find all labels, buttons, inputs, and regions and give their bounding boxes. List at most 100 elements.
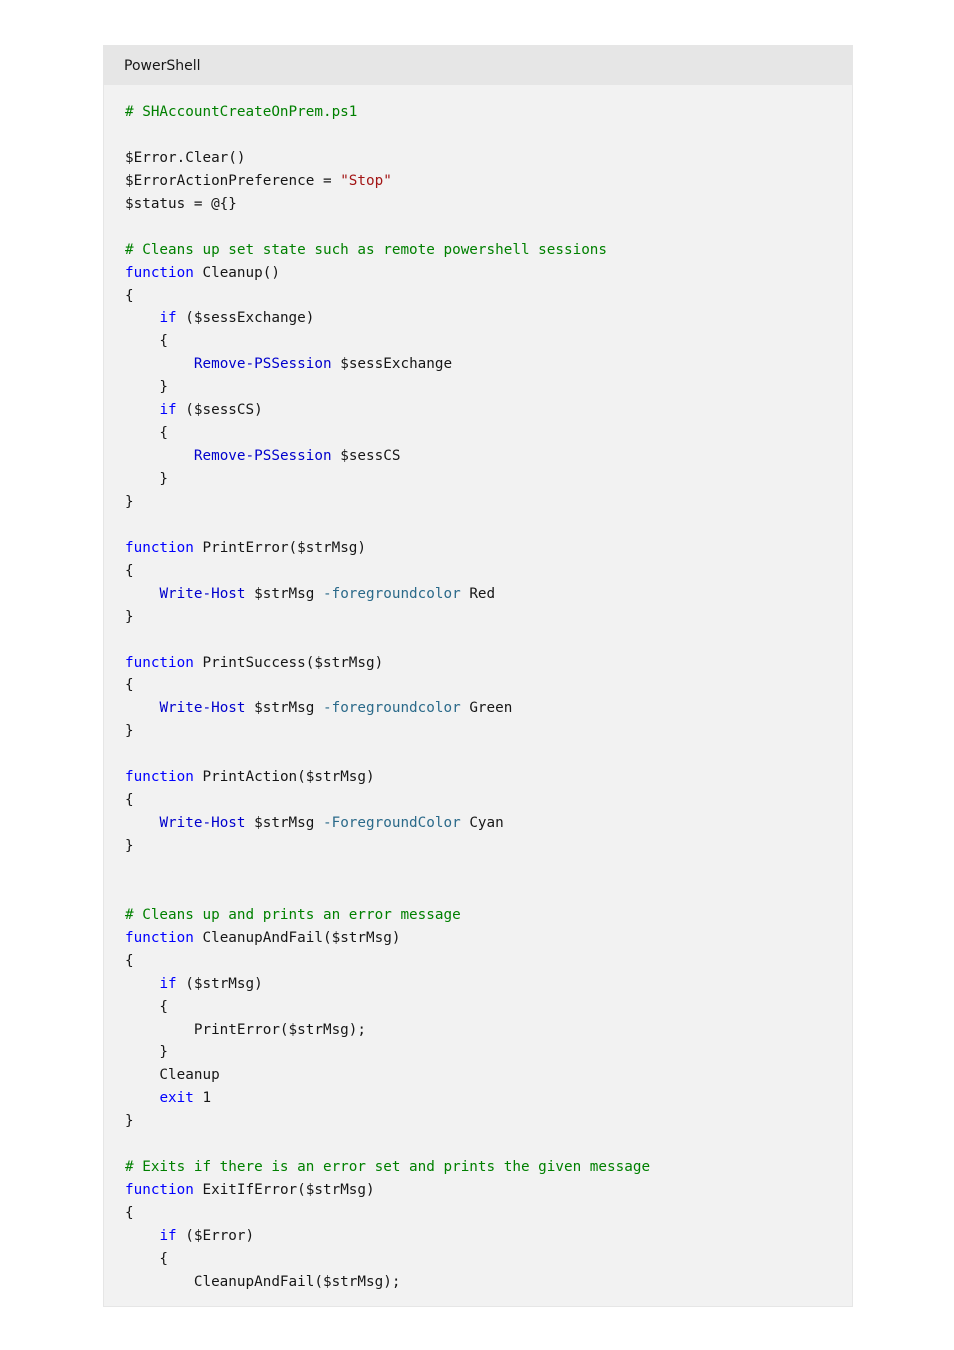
code-line: } <box>125 376 852 399</box>
code-token-comment: # SHAccountCreateOnPrem.ps1 <box>125 104 358 120</box>
code-token-plain: PrintAction($strMsg) <box>193 769 375 786</box>
code-token-cmdlet: Remove-PSSession <box>193 448 332 465</box>
code-line: function PrintSuccess($strMsg) <box>125 652 852 675</box>
code-token-cmdlet: Write-Host <box>159 585 246 602</box>
code-line: Remove-PSSession $sessExchange <box>125 353 852 376</box>
code-token-param: -ForegroundColor <box>322 815 461 832</box>
code-token-plain: Red <box>460 585 496 602</box>
code-token-cmdlet: Write-Host <box>159 700 246 717</box>
code-line: ​ <box>125 514 852 537</box>
code-line: { <box>125 950 852 973</box>
code-line: CleanupAndFail($strMsg); <box>125 1271 852 1294</box>
code-token-plain: Cleanup <box>125 1067 220 1084</box>
code-line: if ($Error) <box>125 1225 852 1248</box>
code-token-plain: } <box>125 608 134 625</box>
code-line: } <box>125 720 852 743</box>
code-token-plain: PrintSuccess($strMsg) <box>193 654 384 671</box>
code-token-plain: Green <box>460 700 513 717</box>
code-token-plain: $strMsg <box>245 700 323 717</box>
code-token-cmdlet: Write-Host <box>159 815 246 832</box>
code-line: Write-Host $strMsg -foregroundcolor Red <box>125 583 852 606</box>
code-token-plain: CleanupAndFail($strMsg) <box>193 929 401 946</box>
code-line: Cleanup <box>125 1064 852 1087</box>
code-line: ​ <box>125 743 852 766</box>
language-label: PowerShell <box>124 57 201 74</box>
code-token-plain: ExitIfError($strMsg) <box>193 1182 375 1199</box>
code-token-plain: $sessExchange <box>331 356 453 373</box>
code-token-keyword: if <box>159 1227 177 1244</box>
code-token-plain: CleanupAndFail($strMsg); <box>125 1273 401 1290</box>
code-token-plain: ($sessCS) <box>176 402 263 419</box>
code-line: $ErrorActionPreference = "Stop" <box>125 170 852 193</box>
code-token-plain: PrintError($strMsg) <box>193 539 367 556</box>
code-token-plain: { <box>125 425 169 442</box>
code-token-plain: { <box>125 333 169 350</box>
code-token-plain: { <box>125 1205 134 1221</box>
code-line: ​ <box>125 629 852 652</box>
code-token-plain: Cleanup() <box>193 264 280 281</box>
code-language-header: PowerShell <box>104 46 852 85</box>
code-token-keyword: function <box>125 1182 194 1199</box>
code-block: PowerShell # SHAccountCreateOnPrem.ps1 ​ $… <box>103 45 853 1307</box>
code-line: } <box>125 1041 852 1064</box>
code-line: { <box>125 1248 852 1271</box>
code-token-plain: ($strMsg) <box>176 975 263 992</box>
code-line: function Cleanup() <box>125 262 852 285</box>
code-token-plain: } <box>125 379 169 396</box>
code-token-keyword: if <box>159 975 177 992</box>
code-line: function ExitIfError($strMsg) <box>125 1179 852 1202</box>
code-line: } <box>125 1110 852 1133</box>
code-token-plain: { <box>125 952 134 969</box>
code-line: } <box>125 835 852 858</box>
code-token-plain: PrintError($strMsg); <box>125 1021 367 1038</box>
code-token-keyword: if <box>159 402 177 419</box>
code-line: ​ <box>125 216 852 239</box>
code-line: Write-Host $strMsg -foregroundcolor Gree… <box>125 697 852 720</box>
code-token-plain: ($Error) <box>176 1227 255 1244</box>
code-line: exit 1 <box>125 1087 852 1110</box>
code-token-plain: } <box>125 493 134 510</box>
code-token-comment: # Exits if there is an error set and pri… <box>125 1159 651 1176</box>
code-token-plain: } <box>125 471 169 487</box>
code-token-cmdlet: Remove-PSSession <box>193 356 332 373</box>
code-token-keyword: if <box>159 310 177 327</box>
code-token-plain: { <box>125 1250 169 1267</box>
code-line: { <box>125 560 852 583</box>
code-token-plain: $Error.Clear() <box>125 149 246 166</box>
code-line: ​ <box>125 858 852 881</box>
code-line: # Exits if there is an error set and pri… <box>125 1156 852 1179</box>
code-token-keyword: exit <box>159 1090 194 1107</box>
code-content[interactable]: # SHAccountCreateOnPrem.ps1 ​ $Error.Clear… <box>104 85 852 1294</box>
code-line: ​ <box>125 881 852 904</box>
code-token-plain: { <box>125 677 134 694</box>
code-line: # Cleans up and prints an error message <box>125 904 852 927</box>
code-token-param: -foregroundcolor <box>322 700 461 717</box>
code-line: PrintError($strMsg); <box>125 1019 852 1042</box>
code-token-plain: Cyan <box>460 815 504 832</box>
code-line: { <box>125 996 852 1019</box>
code-line: { <box>125 330 852 353</box>
code-line: { <box>125 285 852 308</box>
code-line: function CleanupAndFail($strMsg) <box>125 927 852 950</box>
code-token-keyword: function <box>125 264 194 281</box>
code-token-plain: } <box>125 1113 134 1130</box>
code-line: # SHAccountCreateOnPrem.ps1 <box>125 101 852 124</box>
code-token-comment: # Cleans up set state such as remote pow… <box>125 241 608 258</box>
code-line: if ($strMsg) <box>125 973 852 996</box>
code-token-plain: } <box>125 723 134 740</box>
code-token-plain: 1 <box>193 1090 212 1107</box>
code-token-plain: } <box>125 838 134 854</box>
code-token-plain: } <box>125 1044 169 1061</box>
code-token-plain: { <box>125 792 134 809</box>
code-line: function PrintError($strMsg) <box>125 537 852 560</box>
code-token-plain: $strMsg <box>245 585 323 602</box>
code-token-keyword: function <box>125 539 194 556</box>
code-line: if ($sessExchange) <box>125 307 852 330</box>
